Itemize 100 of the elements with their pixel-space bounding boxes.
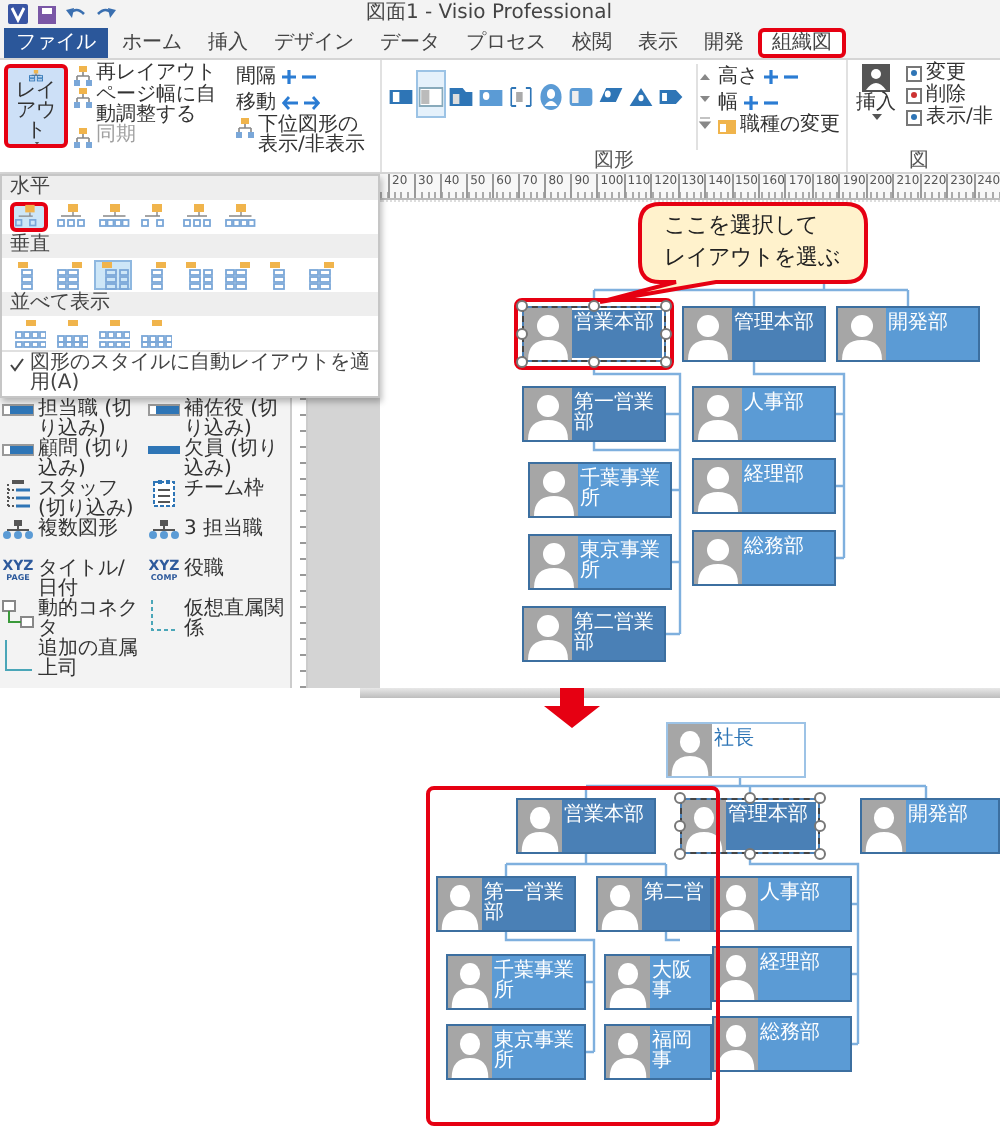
- org-chart-node[interactable]: 社長: [666, 722, 806, 778]
- ribbon-command[interactable]: 職種の変更: [718, 116, 842, 136]
- node-label: 人事部: [742, 389, 806, 418]
- down-arrow: [544, 688, 600, 728]
- person-placeholder-icon: [438, 878, 482, 930]
- decrease-button[interactable]: [764, 95, 778, 109]
- org-layout-icon: [13, 319, 45, 347]
- person-placeholder-icon: [694, 532, 742, 584]
- selection-handle[interactable]: [674, 820, 686, 832]
- org-layout-icon: [97, 203, 129, 231]
- tree-icon: [236, 118, 254, 138]
- layout-option[interactable]: [94, 202, 132, 232]
- org-chart-node[interactable]: 営業本部: [522, 306, 666, 362]
- layout-option[interactable]: [178, 202, 216, 232]
- ribbon-command[interactable]: 再レイアウト: [74, 64, 230, 86]
- person-placeholder-icon: [694, 460, 742, 512]
- layout-option[interactable]: [94, 318, 132, 348]
- selection-handle[interactable]: [674, 792, 686, 804]
- layout-option[interactable]: [52, 318, 90, 348]
- person-placeholder-icon: [518, 800, 562, 852]
- node-label: 総務部: [758, 1019, 822, 1048]
- selection-handle[interactable]: [814, 792, 826, 804]
- undo-icon[interactable]: [66, 5, 86, 23]
- layout-button[interactable]: レイアウト: [4, 64, 68, 148]
- ribbon-tab[interactable]: ホーム: [110, 28, 194, 58]
- selection-handle[interactable]: [674, 848, 686, 860]
- increase-button[interactable]: [744, 95, 758, 109]
- decrease-button[interactable]: [784, 69, 798, 83]
- person-placeholder-icon: [838, 308, 886, 360]
- multiple-shapes-icon: [148, 520, 180, 540]
- org-chart-node[interactable]: 第二営業部: [522, 606, 666, 662]
- person-placeholder-icon: [862, 800, 906, 852]
- person-placeholder-icon: [448, 956, 492, 1008]
- plus-icon: [764, 69, 778, 83]
- insert-picture-button[interactable]: 挿入: [852, 64, 900, 150]
- ribbon-command[interactable]: 変更: [906, 64, 986, 84]
- plus-icon: [282, 69, 296, 83]
- node-label: 第一営業部: [482, 879, 566, 928]
- node-label: 管理本部: [732, 309, 816, 338]
- ribbon-command[interactable]: 下位図形の表示/非表示: [236, 116, 376, 156]
- person-placeholder-icon: [524, 308, 572, 360]
- decrease-button[interactable]: [302, 69, 316, 83]
- ribbon-tab[interactable]: 組織図: [758, 28, 846, 58]
- layout-option[interactable]: [52, 202, 90, 232]
- shape-style-option[interactable]: [416, 70, 446, 118]
- node-label: 開発部: [906, 801, 970, 830]
- tree-icon: [74, 128, 92, 148]
- ribbon-command[interactable]: ページ幅に自動調整する: [74, 86, 230, 126]
- team-frame-icon: [148, 480, 180, 508]
- layout-option[interactable]: [136, 318, 174, 348]
- plus-icon: [744, 95, 758, 109]
- control-label: 移動: [236, 91, 276, 113]
- ribbon-tab[interactable]: 挿入: [196, 28, 260, 58]
- ribbon-tab[interactable]: プロセス: [454, 28, 558, 58]
- arrow-left-icon: [282, 95, 298, 109]
- org-chart-node[interactable]: 第一営業部: [436, 876, 576, 932]
- person-placeholder-icon: [714, 948, 758, 1000]
- group-label: 図: [909, 150, 929, 172]
- node-label: 開発部: [886, 309, 950, 338]
- org-chart-node[interactable]: 管理本部: [682, 306, 826, 362]
- org-chart-node[interactable]: 営業本部: [516, 798, 656, 854]
- org-chart-node[interactable]: 第一営業部: [522, 386, 666, 442]
- org-layout-icon: [223, 261, 255, 289]
- caret-icon: [31, 141, 41, 144]
- redo-icon[interactable]: [96, 5, 116, 23]
- increase-button[interactable]: [764, 69, 778, 83]
- ribbon-tab[interactable]: データ: [368, 28, 452, 58]
- ribbon-tab[interactable]: デザイン: [262, 28, 366, 58]
- menu-item[interactable]: 図形のスタイルに自動レイアウトを適用(A): [2, 350, 378, 396]
- node-label: 東京事業所: [578, 537, 662, 586]
- org-layout-icon: [97, 319, 129, 347]
- org-chart-node[interactable]: 管理本部: [680, 798, 820, 854]
- selection-handle[interactable]: [744, 792, 756, 804]
- group-label: 図形: [594, 150, 634, 172]
- menu-section-title: 並べて表示: [2, 292, 378, 316]
- menu-section-title: 垂直: [2, 234, 378, 258]
- layout-option[interactable]: [10, 318, 48, 348]
- org-layout-icon: [307, 261, 339, 289]
- save-icon[interactable]: [38, 5, 56, 23]
- ribbon-tab[interactable]: ファイル: [4, 28, 108, 58]
- layout-option[interactable]: [10, 202, 48, 232]
- org-layout-icon: [181, 203, 213, 231]
- window-title: 図面1 - Visio Professional: [363, 0, 615, 28]
- node-label: 経理部: [758, 949, 822, 978]
- ribbon-tab[interactable]: 開発: [692, 28, 756, 58]
- selection-handle[interactable]: [814, 848, 826, 860]
- ribbon-tab[interactable]: 校閲: [560, 28, 624, 58]
- increase-button[interactable]: [282, 69, 296, 83]
- ribbon-tab[interactable]: 表示: [626, 28, 690, 58]
- picture-icon: [906, 66, 922, 82]
- person-placeholder-icon: [714, 1018, 758, 1070]
- org-chart-node[interactable]: 第二営: [596, 876, 712, 932]
- ribbon-command[interactable]: 削除: [906, 86, 986, 106]
- control-label: 幅: [718, 91, 738, 113]
- card-swap-icon: [718, 118, 736, 136]
- layout-option[interactable]: [220, 202, 258, 232]
- move-right-button[interactable]: [304, 95, 320, 109]
- app-logo-icon[interactable]: [8, 4, 28, 24]
- move-left-button[interactable]: [282, 95, 298, 109]
- picture-icon: [906, 110, 922, 126]
